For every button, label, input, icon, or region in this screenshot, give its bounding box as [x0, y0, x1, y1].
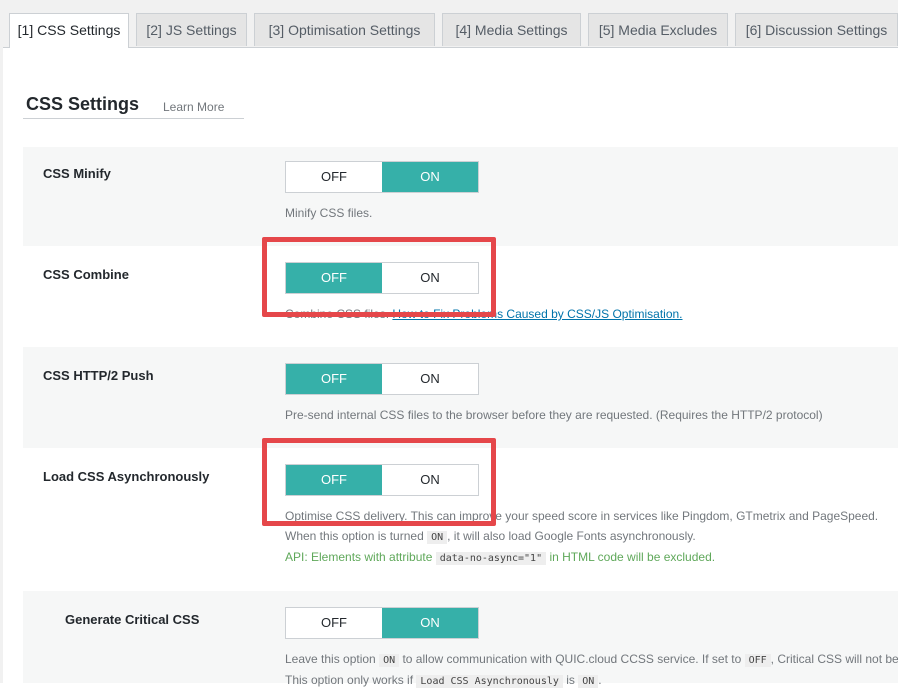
- setting-label-css-minify: CSS Minify: [43, 166, 111, 181]
- toggle-off-option[interactable]: OFF: [286, 465, 382, 495]
- toggle-on-option[interactable]: ON: [382, 364, 478, 394]
- desc-text: , it will also load Google Fonts asynchr…: [447, 529, 696, 543]
- css-combine-toggle[interactable]: OFF ON: [285, 262, 479, 294]
- toggle-off-option[interactable]: OFF: [286, 162, 382, 192]
- toggle-off-option[interactable]: OFF: [286, 364, 382, 394]
- desc-text: to allow communication with QUIC.cloud C…: [402, 652, 742, 666]
- api-text: API: Elements with attribute: [285, 550, 433, 564]
- setting-label-css-http2-push: CSS HTTP/2 Push: [43, 368, 154, 383]
- inline-code-on: ON: [578, 675, 599, 688]
- css-http2-push-toggle[interactable]: OFF ON: [285, 363, 479, 395]
- inline-code-off: OFF: [744, 654, 771, 667]
- fix-problems-link[interactable]: How to Fix Problems Caused by CSS/JS Opt…: [392, 307, 682, 321]
- toggle-on-option[interactable]: ON: [382, 465, 478, 495]
- toggle-off-option[interactable]: OFF: [286, 263, 382, 293]
- tab-discussion-settings[interactable]: [6] Discussion Settings: [735, 13, 898, 46]
- toggle-off-option[interactable]: OFF: [286, 608, 382, 638]
- desc-text: Leave this option: [285, 652, 376, 666]
- panel-left-border: [0, 47, 3, 683]
- css-minify-toggle[interactable]: OFF ON: [285, 161, 479, 193]
- tab-media-settings[interactable]: [4] Media Settings: [442, 13, 581, 46]
- tab-css-settings[interactable]: [1] CSS Settings: [9, 13, 129, 48]
- desc-text: .: [598, 673, 602, 687]
- section-title-underline: [23, 118, 244, 119]
- inline-code-attribute: data-no-async="1": [435, 552, 547, 565]
- desc-text: When this option is turned: [285, 529, 424, 543]
- setting-label-load-css-async: Load CSS Asynchronously: [43, 469, 210, 484]
- setting-desc-css-combine: Combine CSS files. How to Fix Problems C…: [285, 307, 683, 321]
- inline-code-on: ON: [379, 654, 400, 667]
- setting-label-generate-critical-css: Generate Critical CSS: [65, 612, 200, 627]
- tab-optimisation-settings[interactable]: [3] Optimisation Settings: [254, 13, 435, 46]
- toggle-on-option[interactable]: ON: [382, 608, 478, 638]
- tab-media-excludes[interactable]: [5] Media Excludes: [588, 13, 728, 46]
- desc-text: Combine CSS files.: [285, 307, 390, 321]
- settings-tab-bar: [1] CSS Settings [2] JS Settings [3] Opt…: [0, 0, 898, 48]
- desc-text: , Critical CSS will not be: [770, 652, 898, 666]
- load-css-async-toggle[interactable]: OFF ON: [285, 464, 479, 496]
- desc-text: This option only works if: [285, 673, 414, 687]
- setting-desc-critical-css-requirement: This option only works if Load CSS Async…: [285, 673, 602, 688]
- desc-text: is: [566, 673, 575, 687]
- tab-js-settings[interactable]: [2] JS Settings: [136, 13, 247, 46]
- inline-code-on: ON: [427, 531, 448, 544]
- learn-more-link[interactable]: Learn More: [163, 100, 224, 114]
- section-title: CSS Settings: [26, 94, 140, 114]
- toggle-on-option[interactable]: ON: [382, 263, 478, 293]
- generate-critical-css-toggle[interactable]: OFF ON: [285, 607, 479, 639]
- setting-label-css-combine: CSS Combine: [43, 267, 129, 282]
- setting-desc-css-minify: Minify CSS files.: [285, 206, 373, 220]
- setting-api-note: API: Elements with attribute data-no-asy…: [285, 550, 716, 565]
- inline-code-load-css-async: Load CSS Asynchronously: [416, 675, 563, 688]
- setting-desc-css-http2-push: Pre-send internal CSS files to the brows…: [285, 408, 823, 422]
- api-text: in HTML code will be excluded.: [549, 550, 716, 564]
- setting-desc-load-css-async: Optimise CSS delivery. This can improve …: [285, 509, 879, 523]
- setting-desc-generate-critical-css: Leave this option ON to allow communicat…: [285, 652, 898, 667]
- setting-desc-google-fonts: When this option is turned ON, it will a…: [285, 529, 696, 544]
- toggle-on-option[interactable]: ON: [382, 162, 478, 192]
